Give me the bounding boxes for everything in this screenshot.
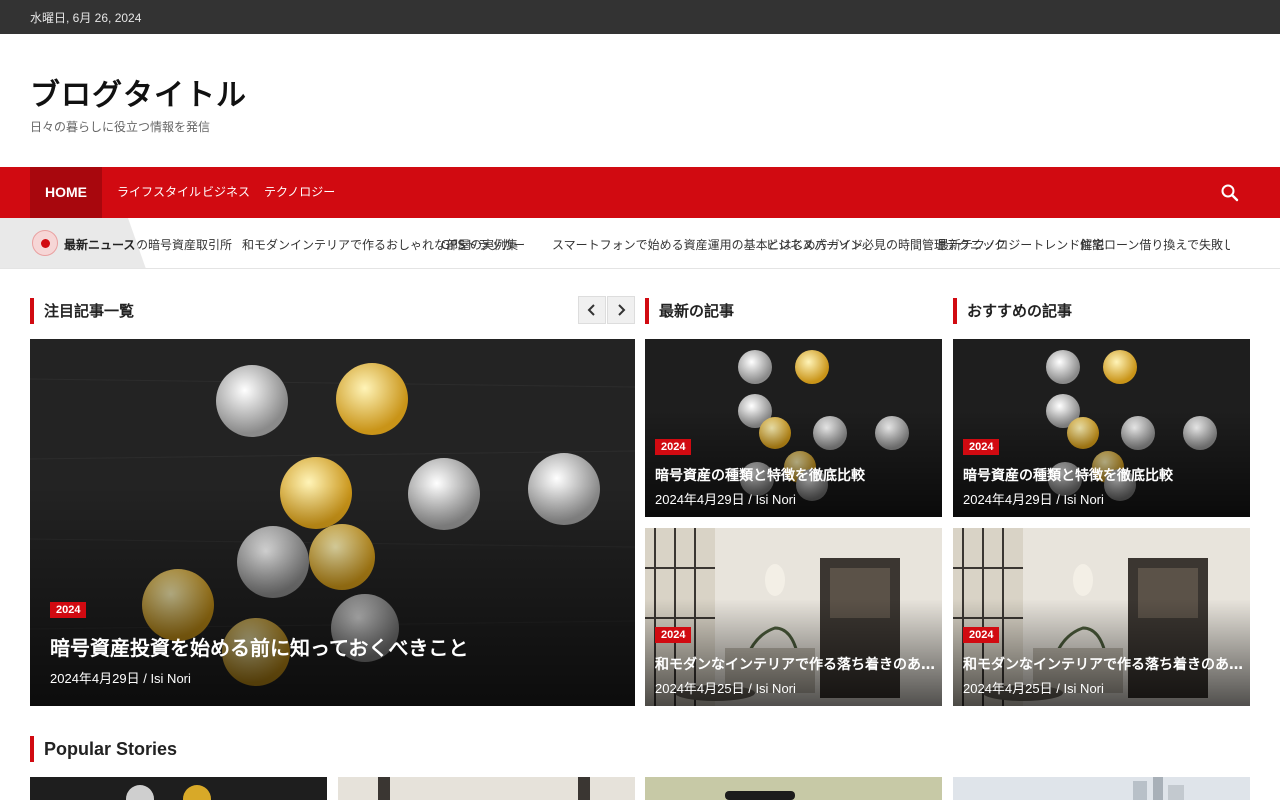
category-badge[interactable]: 2024	[50, 602, 87, 618]
post-title[interactable]: 和モダンなインテリアで作る落ち着きのある居心地の良い空間づくり	[655, 654, 935, 674]
popular-story-thumb[interactable]	[338, 777, 635, 800]
post-meta: 2024年4月25日 / Isi Nori	[655, 681, 796, 696]
post-card[interactable]: 2024 暗号資産の種類と特徴を徹底比較 2024年4月29日 / Isi No…	[645, 339, 942, 517]
post-meta: 2024年4月29日 / Isi Nori	[655, 492, 796, 507]
current-date: 水曜日, 6月 26, 2024	[30, 11, 142, 25]
slider-next-button[interactable]	[607, 296, 635, 324]
section-heading-popular: Popular Stories	[30, 736, 177, 762]
featured-post-card[interactable]: 2024 暗号資産投資を始める前に知っておくべきこと 2024年4月29日 / …	[30, 339, 635, 706]
section-heading-recommended: おすすめの記事	[953, 298, 1072, 324]
post-card[interactable]: 2024 暗号資産の種類と特徴を徹底比較 2024年4月29日 / Isi No…	[953, 339, 1250, 517]
post-card[interactable]: 2024 和モダンなインテリアで作る落ち着きのある居心地の良い空間づくり 202…	[645, 528, 942, 706]
nav-item-home[interactable]: HOME	[30, 167, 102, 218]
top-bar: 水曜日, 6月 26, 2024	[0, 0, 1280, 34]
main-nav: HOME ライフスタイル ビジネス テクノロジー	[0, 167, 1280, 218]
featured-post-meta: 2024年4月29日 / Isi Nori	[50, 671, 191, 686]
interior-room-image	[338, 777, 635, 800]
popular-story-thumb[interactable]	[30, 777, 327, 800]
post-title[interactable]: 暗号資産の種類と特徴を徹底比較	[963, 465, 1243, 485]
crypto-coins-image	[30, 777, 327, 800]
smartphone-image	[645, 777, 942, 800]
post-title[interactable]: 暗号資産の種類と特徴を徹底比較	[655, 465, 935, 485]
category-badge[interactable]: 2024	[963, 627, 1000, 643]
post-meta: 2024年4月29日 / Isi Nori	[963, 492, 1104, 507]
section-heading-featured: 注目記事一覧	[30, 298, 134, 324]
post-meta: 2024年4月25日 / Isi Nori	[963, 681, 1104, 696]
post-card[interactable]: 2024 和モダンなインテリアで作る落ち着きのある居心地の良い空間づくり 202…	[953, 528, 1250, 706]
live-dot-icon	[32, 230, 58, 256]
popular-story-thumb[interactable]	[953, 777, 1250, 800]
section-heading-recent: 最新の記事	[645, 298, 734, 324]
ticker-label-text: 最新ニュース	[64, 238, 136, 252]
ticker-item[interactable]: 住宅ローン借り換えで失敗しないためのポイントを徹底解説	[1080, 236, 1230, 253]
nav-item-technology[interactable]: テクノロジー	[249, 167, 350, 218]
site-tagline: 日々の暮らしに役立つ情報を発信	[30, 120, 211, 134]
chevron-right-icon	[618, 304, 626, 316]
slider-prev-button[interactable]	[578, 296, 606, 324]
popular-story-thumb[interactable]	[645, 777, 942, 800]
category-badge[interactable]: 2024	[655, 439, 692, 455]
featured-post-title[interactable]: 暗号資産投資を始める前に知っておくべきこと	[50, 632, 610, 661]
category-badge[interactable]: 2024	[963, 439, 1000, 455]
ticker-label: 最新ニュース	[0, 218, 146, 268]
city-office-image	[953, 777, 1250, 800]
site-title[interactable]: ブログタイトル	[30, 70, 247, 114]
search-icon[interactable]	[1220, 183, 1240, 203]
news-ticker: おすすめの暗号資産取引所 和モダンインテリアで作るおしゃれな部屋の実例集 GPS…	[0, 218, 1280, 269]
category-badge[interactable]: 2024	[655, 627, 692, 643]
chevron-left-icon	[587, 304, 595, 316]
post-title[interactable]: 和モダンなインテリアで作る落ち着きのある居心地の良い空間づくり	[963, 654, 1243, 674]
ticker-item[interactable]: GPSトラッカー	[441, 236, 525, 253]
